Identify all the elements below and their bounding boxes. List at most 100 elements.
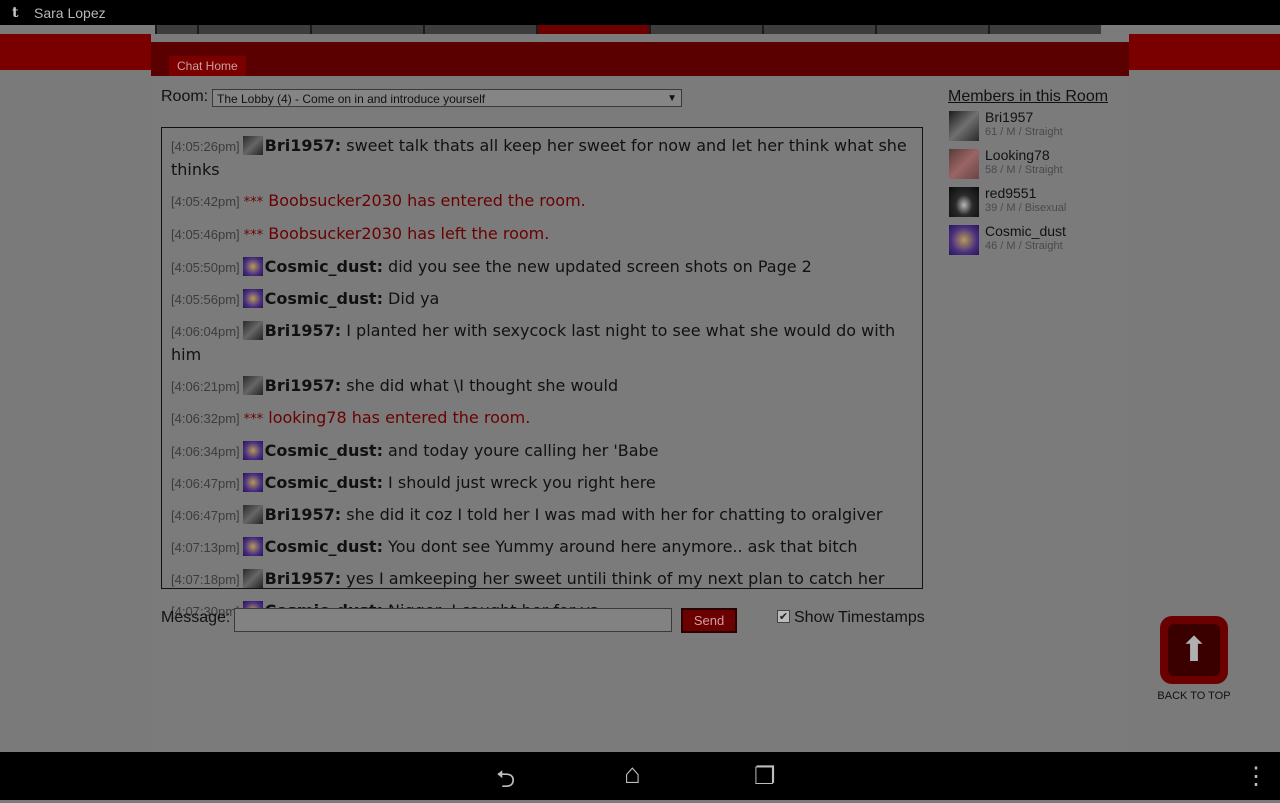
message-nick[interactable]: Bri1957:: [265, 569, 342, 588]
room-select[interactable]: The Lobby (4) - Come on in and introduce…: [212, 89, 682, 107]
chat-message: [4:06:04pm] Bri1957: I planted her with s…: [171, 319, 913, 366]
status-bar: t Sara Lopez: [0, 0, 1280, 25]
member-info: 39 / M / Bisexual: [985, 202, 1067, 214]
member-item[interactable]: Bri1957 61 / M / Straight: [949, 109, 1119, 141]
room-label: Room:: [161, 88, 209, 105]
message-nick[interactable]: Cosmic_dust:: [265, 289, 383, 308]
chat-message: [4:07:18pm] Bri1957: yes I amkeeping her …: [171, 567, 913, 591]
message-timestamp: [4:07:18pm]: [171, 572, 240, 587]
members-title: Members in this Room: [948, 88, 1109, 105]
member-name: Bri1957: [985, 109, 1034, 125]
system-message: [4:05:46pm] *** Boobsucker2030 has left t…: [171, 222, 913, 247]
nav-tab-active[interactable]: [536, 25, 649, 34]
message-nick[interactable]: Bri1957:: [265, 136, 342, 155]
member-info: 46 / M / Straight: [985, 240, 1063, 252]
app-notification-icon: t: [12, 4, 19, 21]
back-to-top-button[interactable]: ⬆: [1160, 616, 1228, 684]
overflow-menu-icon[interactable]: ⋮: [1244, 762, 1268, 791]
member-item[interactable]: Cosmic_dust 46 / M / Straight: [949, 223, 1119, 255]
member-item[interactable]: red9551 39 / M / Bisexual: [949, 185, 1119, 217]
message-text: she did it coz I told her I was mad with…: [341, 505, 883, 524]
panel-header: Chat Home: [151, 42, 1129, 76]
home-icon[interactable]: ⌂: [624, 758, 641, 790]
message-timestamp: [4:05:42pm]: [171, 194, 240, 209]
chat-message: [4:06:34pm] Cosmic_dust: and today youre …: [171, 439, 913, 463]
message-text: Boobsucker2030 has left the room.: [263, 224, 550, 243]
nav-tab[interactable]: [423, 25, 536, 34]
member-item[interactable]: Looking78 58 / M / Straight: [949, 147, 1119, 179]
message-timestamp: [4:05:46pm]: [171, 227, 240, 242]
user-avatar[interactable]: [242, 473, 263, 492]
status-user-name: Sara Lopez: [34, 4, 106, 21]
message-timestamp: [4:05:56pm]: [171, 292, 240, 307]
nav-tab[interactable]: [988, 25, 1101, 34]
message-input[interactable]: [234, 608, 672, 632]
message-label: Message:: [161, 609, 231, 626]
member-avatar: [949, 149, 979, 179]
user-avatar[interactable]: [242, 569, 263, 588]
chat-message: [4:05:56pm] Cosmic_dust: Did ya: [171, 287, 913, 311]
back-to-top-label: BACK TO TOP: [1157, 690, 1231, 702]
system-stars: ***: [243, 412, 264, 427]
dropdown-arrow-icon: ▼: [667, 93, 677, 104]
message-nick[interactable]: Cosmic_dust:: [265, 257, 383, 276]
member-avatar: [949, 111, 979, 141]
message-text: she did what \I thought she would: [341, 376, 619, 395]
android-nav-bar: ⮌ ⌂ ❐ ⋮: [0, 752, 1280, 800]
user-avatar[interactable]: [242, 441, 263, 460]
back-to-top-inner: ⬆: [1168, 624, 1220, 676]
message-nick[interactable]: Bri1957:: [265, 321, 342, 340]
message-text: and today youre calling her 'Babe: [382, 441, 659, 460]
message-timestamp: [4:06:32pm]: [171, 411, 240, 426]
message-nick[interactable]: Cosmic_dust:: [265, 537, 383, 556]
message-timestamp: [4:06:04pm]: [171, 324, 240, 339]
system-message: [4:06:32pm] *** looking78 has entered the…: [171, 406, 913, 431]
message-nick[interactable]: Bri1957:: [265, 376, 342, 395]
chat-message: [4:05:50pm] Cosmic_dust: did you see the …: [171, 255, 913, 279]
nav-tab[interactable]: [649, 25, 762, 34]
chat-message: [4:07:13pm] Cosmic_dust: You dont see Yum…: [171, 535, 913, 559]
user-avatar[interactable]: [242, 289, 263, 308]
arrow-up-icon: ⬆: [1179, 631, 1209, 669]
system-stars: ***: [243, 228, 264, 243]
nav-tab[interactable]: [155, 25, 197, 34]
message-text: You dont see Yummy around here anymore..…: [382, 537, 858, 556]
top-nav-tabs: [155, 25, 1101, 34]
message-timestamp: [4:05:50pm]: [171, 260, 240, 275]
chat-home-button[interactable]: Chat Home: [169, 56, 246, 76]
show-timestamps-checkbox[interactable]: ✔: [777, 610, 790, 623]
nav-tab[interactable]: [310, 25, 423, 34]
message-timestamp: [4:07:13pm]: [171, 540, 240, 555]
member-info: 58 / M / Straight: [985, 164, 1063, 176]
back-icon[interactable]: ⮌: [496, 762, 515, 803]
member-avatar: [949, 225, 979, 255]
message-text: did you see the new updated screen shots…: [382, 257, 812, 276]
recent-apps-icon[interactable]: ❐: [754, 762, 776, 791]
member-name: Cosmic_dust: [985, 223, 1066, 239]
message-text: Boobsucker2030 has entered the room.: [263, 191, 586, 210]
nav-tab[interactable]: [875, 25, 988, 34]
user-avatar[interactable]: [242, 257, 263, 276]
user-avatar[interactable]: [242, 376, 263, 395]
chat-panel: Chat Home Room: The Lobby (4) - Come on …: [151, 34, 1129, 752]
message-text: Did ya: [382, 289, 440, 308]
chat-log[interactable]: [4:05:26pm] Bri1957: sweet talk thats all…: [161, 127, 923, 620]
user-avatar[interactable]: [242, 505, 263, 524]
chat-message: [4:06:47pm] Bri1957: she did it coz I tol…: [171, 503, 913, 527]
system-stars: ***: [243, 195, 264, 210]
nav-tab[interactable]: [762, 25, 875, 34]
message-nick[interactable]: Bri1957:: [265, 505, 342, 524]
message-timestamp: [4:06:21pm]: [171, 379, 240, 394]
show-timestamps-label: Show Timestamps: [794, 609, 925, 626]
message-nick[interactable]: Cosmic_dust:: [265, 473, 383, 492]
user-avatar[interactable]: [242, 321, 263, 340]
send-button[interactable]: Send: [681, 608, 737, 633]
user-avatar[interactable]: [242, 136, 263, 155]
message-text: yes I amkeeping her sweet untili think o…: [341, 569, 885, 588]
message-nick[interactable]: Cosmic_dust:: [265, 441, 383, 460]
user-avatar[interactable]: [242, 537, 263, 556]
message-text: I should just wreck you right here: [382, 473, 656, 492]
nav-tab[interactable]: [197, 25, 310, 34]
message-timestamp: [4:05:26pm]: [171, 139, 240, 154]
message-text: looking78 has entered the room.: [263, 408, 531, 427]
